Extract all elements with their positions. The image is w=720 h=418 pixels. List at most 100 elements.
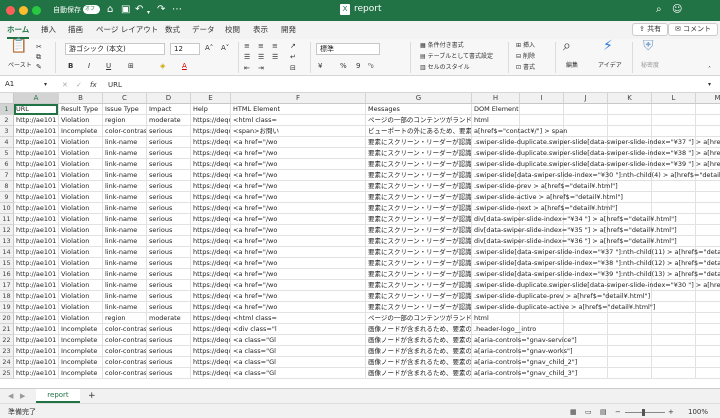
table-cell[interactable]: html xyxy=(472,313,520,324)
table-cell[interactable] xyxy=(564,313,608,324)
table-cell[interactable]: color-contras xyxy=(103,126,147,137)
tab-draw[interactable]: 描画 xyxy=(68,24,83,35)
table-cell[interactable] xyxy=(696,335,720,346)
table-cell[interactable]: <a class="Gl xyxy=(231,368,366,379)
autosave-toggle[interactable]: オフ xyxy=(83,5,100,14)
table-cell[interactable]: 要素にスクリーン・リーダーが認識可能なテキストが存在してい xyxy=(366,302,472,313)
table-cell[interactable]: Issue Type xyxy=(103,104,147,115)
column-header[interactable]: G xyxy=(366,93,472,104)
table-cell[interactable]: http://ae101 xyxy=(14,214,59,225)
table-cell[interactable]: https://dequ xyxy=(191,258,231,269)
fill-color-icon[interactable]: ◈ xyxy=(160,61,165,71)
tab-home[interactable]: ホーム xyxy=(7,24,30,39)
row-header[interactable]: 16 xyxy=(0,269,14,280)
table-cell[interactable]: https://dequ xyxy=(191,181,231,192)
tab-insert[interactable]: 挿入 xyxy=(41,24,56,35)
table-cell[interactable] xyxy=(696,203,720,214)
table-cell[interactable]: http://ae101 xyxy=(14,126,59,137)
undo-icon[interactable]: ↶ xyxy=(135,4,143,16)
table-cell[interactable]: <a href="/wo xyxy=(231,291,366,302)
table-cell[interactable]: 要素にスクリーン・リーダーが認識可能なテキストが存在してい xyxy=(366,159,472,170)
table-cell[interactable]: link-name xyxy=(103,203,147,214)
table-cell[interactable]: 画像ノードが含まれるため、要素の背景色を判定できません xyxy=(366,368,472,379)
currency-icon[interactable]: ¥ xyxy=(318,61,322,71)
table-cell[interactable]: .swiper-slide-next > a[href$="detail¥.ht… xyxy=(472,203,618,214)
table-cell[interactable]: https://dequ xyxy=(191,357,231,368)
table-cell[interactable]: .header-logo__intro xyxy=(472,324,536,335)
bold-button[interactable]: B xyxy=(68,61,73,71)
row-header[interactable]: 18 xyxy=(0,291,14,302)
table-cell[interactable]: serious xyxy=(147,291,191,302)
table-cell[interactable]: .swiper-slide[data-swiper-slide-index="¥… xyxy=(472,258,720,269)
table-cell[interactable]: Help xyxy=(191,104,231,115)
table-cell[interactable]: https://dequ xyxy=(191,247,231,258)
row-header[interactable]: 3 xyxy=(0,126,14,137)
ideas-label[interactable]: アイデア xyxy=(598,61,622,71)
format-cells-button[interactable]: ⊡ 書式 xyxy=(516,63,535,73)
table-cell[interactable]: https://dequ xyxy=(191,126,231,137)
table-cell[interactable]: 要素にスクリーン・リーダーが認識可能なテキストが存在してい xyxy=(366,291,472,302)
paste-icon[interactable]: 📋 xyxy=(10,39,27,53)
table-cell[interactable]: http://ae101 xyxy=(14,269,59,280)
table-cell[interactable]: https://dequ xyxy=(191,148,231,159)
table-cell[interactable] xyxy=(696,225,720,236)
decimal-icon[interactable]: ⁰₀ xyxy=(368,61,374,71)
table-cell[interactable] xyxy=(652,368,696,379)
table-cell[interactable] xyxy=(696,214,720,225)
row-header[interactable]: 5 xyxy=(0,148,14,159)
row-header[interactable]: 14 xyxy=(0,247,14,258)
table-cell[interactable]: 画像ノードが含まれるため、要素の背景色を判定できません xyxy=(366,357,472,368)
table-cell[interactable]: Violation xyxy=(59,170,103,181)
close-window-button[interactable] xyxy=(6,6,15,15)
enter-icon[interactable]: ✓ xyxy=(76,80,82,90)
table-cell[interactable]: <a href="/wo xyxy=(231,159,366,170)
row-header[interactable]: 13 xyxy=(0,236,14,247)
table-cell[interactable]: http://ae101 xyxy=(14,258,59,269)
table-cell[interactable]: 要素にスクリーン・リーダーが認識可能なテキストが存在してい xyxy=(366,137,472,148)
collapse-ribbon-icon[interactable]: ˄ xyxy=(708,65,711,75)
table-cell[interactable]: <a class="Gl xyxy=(231,357,366,368)
table-cell[interactable]: <a href="/wo xyxy=(231,269,366,280)
row-header[interactable]: 22 xyxy=(0,335,14,346)
sensitivity-label[interactable]: 秘密度 xyxy=(641,61,659,71)
table-cell[interactable] xyxy=(520,104,564,115)
zoom-slider-handle[interactable] xyxy=(642,409,645,416)
table-cell[interactable]: .swiper-slide-active > a[href$="detail¥.… xyxy=(472,192,623,203)
table-cell[interactable]: http://ae101 xyxy=(14,346,59,357)
font-name-select[interactable]: 游ゴシック (本文) xyxy=(65,43,165,55)
table-cell[interactable]: 要素にスクリーン・リーダーが認識可能なテキストが存在してい xyxy=(366,203,472,214)
table-cell[interactable]: Violation xyxy=(59,137,103,148)
column-header[interactable]: K xyxy=(608,93,652,104)
underline-button[interactable]: U xyxy=(106,61,111,71)
table-cell[interactable]: a[aria-controls="gnav-service"] xyxy=(472,335,577,346)
table-cell[interactable]: http://ae101 xyxy=(14,137,59,148)
table-cell[interactable]: color-contras xyxy=(103,335,147,346)
undo-dropdown-icon[interactable]: ▾ xyxy=(147,7,150,19)
table-cell[interactable]: https://dequ xyxy=(191,214,231,225)
table-cell[interactable]: 要素にスクリーン・リーダーが認識可能なテキストが存在してい xyxy=(366,148,472,159)
table-cell[interactable]: http://ae101 xyxy=(14,313,59,324)
table-cell[interactable]: http://ae101 xyxy=(14,324,59,335)
table-cell[interactable] xyxy=(608,368,652,379)
table-cell[interactable]: <div class="l xyxy=(231,324,366,335)
table-cell[interactable] xyxy=(564,324,608,335)
table-cell[interactable]: serious xyxy=(147,214,191,225)
table-cell[interactable]: <a class="Gl xyxy=(231,346,366,357)
tab-formulas[interactable]: 数式 xyxy=(165,24,180,35)
table-cell[interactable]: link-name xyxy=(103,291,147,302)
row-header[interactable]: 12 xyxy=(0,225,14,236)
row-header[interactable]: 23 xyxy=(0,346,14,357)
table-cell[interactable] xyxy=(652,181,696,192)
select-all-corner[interactable] xyxy=(0,93,14,104)
table-cell[interactable]: serious xyxy=(147,269,191,280)
table-cell[interactable]: div[data-swiper-slide-index="¥35 "] > a[… xyxy=(472,225,677,236)
prev-sheet-icon[interactable]: ◀ xyxy=(8,391,13,401)
tab-developer[interactable]: 開発 xyxy=(281,24,296,35)
table-cell[interactable]: <a href="/wo xyxy=(231,247,366,258)
font-size-select[interactable]: 12 xyxy=(170,43,200,55)
table-cell[interactable]: Incomplete xyxy=(59,368,103,379)
align-middle-icon[interactable]: ≡ xyxy=(258,41,264,51)
decrease-indent-icon[interactable]: ⇤ xyxy=(244,63,250,73)
table-cell[interactable]: ビューポートの外にあるため、要素の背景色を判定できません xyxy=(366,126,472,137)
table-cell[interactable] xyxy=(696,192,720,203)
